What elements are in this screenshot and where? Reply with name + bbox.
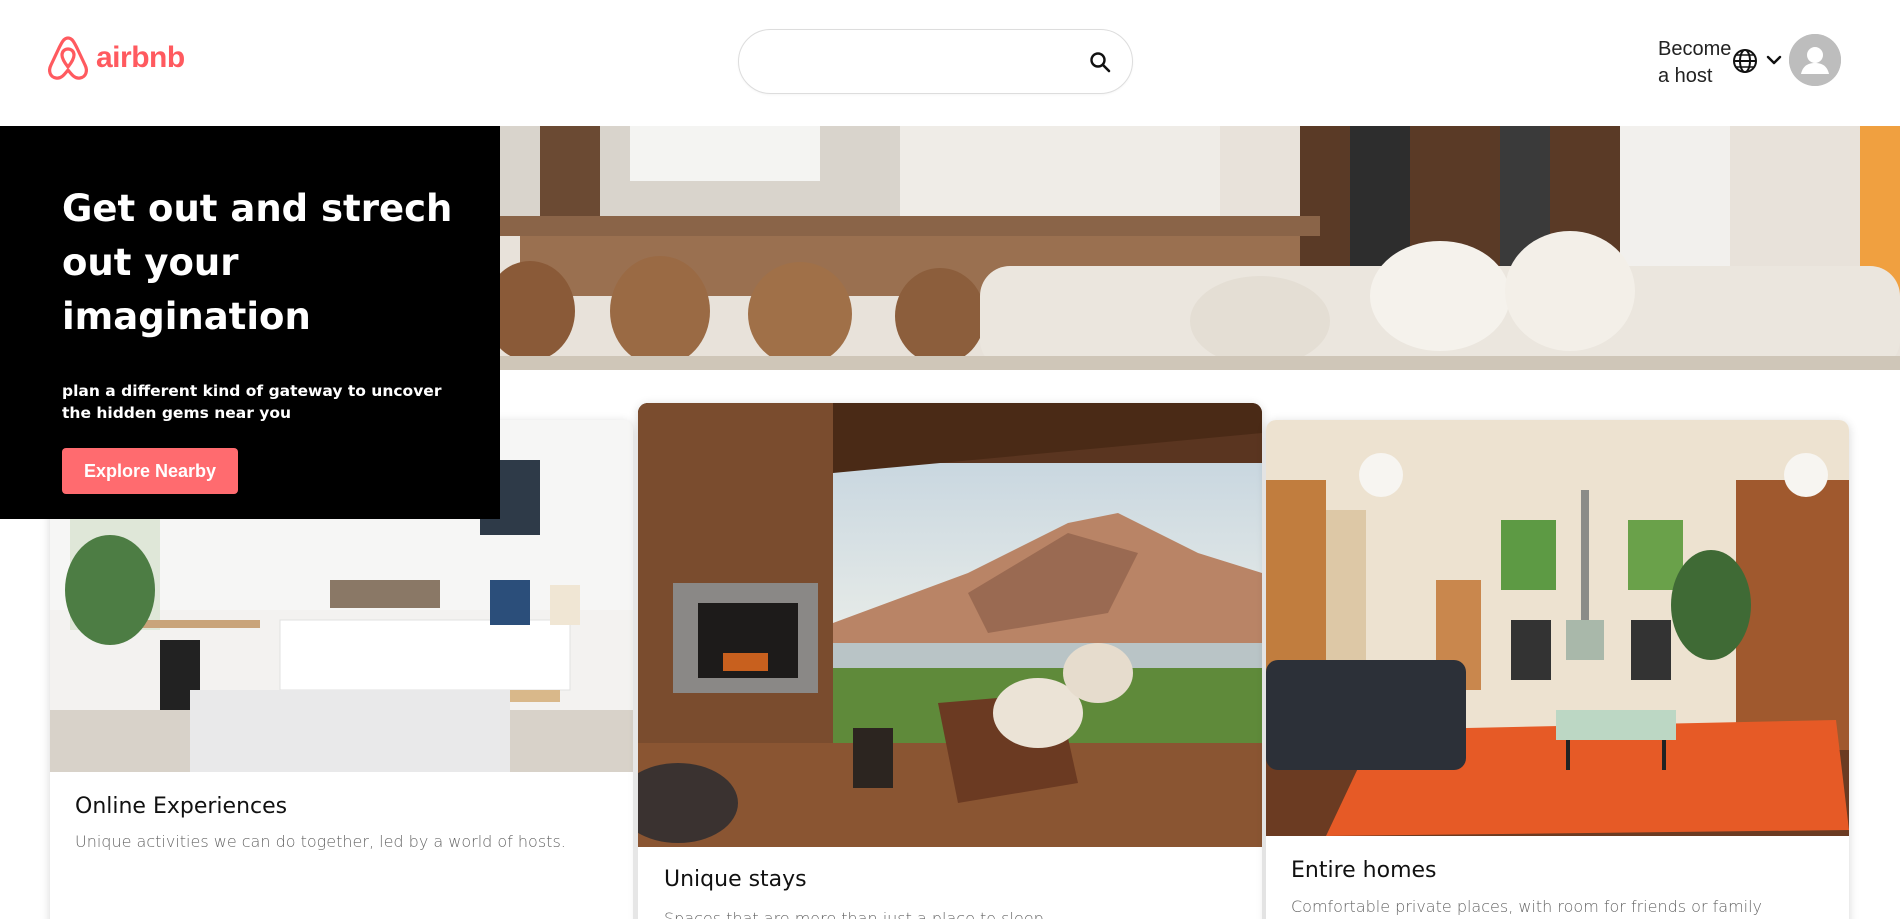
search-input[interactable]: [759, 44, 1059, 80]
search-icon: [1090, 52, 1111, 73]
card-description: Spaces that are more than just a place t…: [664, 909, 1049, 919]
card-title: Online Experiences: [75, 794, 288, 819]
globe-icon[interactable]: [1730, 46, 1760, 76]
user-avatar-icon: [1789, 34, 1841, 86]
page: airbnb Become a host Get out and strech …: [0, 0, 1900, 919]
home-logo-link[interactable]: airbnb: [46, 34, 185, 82]
card-title: Entire homes: [1291, 858, 1437, 883]
card-title: Unique stays: [664, 867, 807, 892]
search-button[interactable]: [1084, 46, 1116, 78]
hero-subtitle: plan a different kind of gateway to unco…: [62, 382, 442, 422]
top-nav: airbnb Become a host: [0, 0, 1900, 126]
hero-title: Get out and strech out your imagination: [62, 187, 453, 338]
card-unique-stays[interactable]: Unique stays Spaces that are more than j…: [638, 403, 1262, 919]
card-description: Comfortable private places, with room fo…: [1291, 897, 1763, 916]
explore-nearby-button[interactable]: Explore Nearby: [62, 448, 238, 494]
search-bar[interactable]: [738, 29, 1133, 94]
hero-panel: Get out and strech out your imagination …: [0, 126, 500, 519]
user-avatar[interactable]: [1789, 34, 1841, 86]
logo-wordmark: airbnb: [96, 41, 185, 74]
living-room-photo: [1266, 420, 1849, 836]
airbnb-logo-icon: [48, 36, 88, 80]
hero-photo-kitchen-living: [500, 126, 1900, 370]
card-description: Unique activities we can do together, le…: [75, 832, 566, 851]
chevron-down-icon[interactable]: [1764, 50, 1784, 70]
hero-banner-image: [500, 126, 1900, 370]
become-host-link[interactable]: Become a host: [1658, 36, 1738, 90]
lake-view-patio-photo: [638, 403, 1262, 847]
card-entire-homes[interactable]: Entire homes Comfortable private places,…: [1266, 420, 1849, 919]
